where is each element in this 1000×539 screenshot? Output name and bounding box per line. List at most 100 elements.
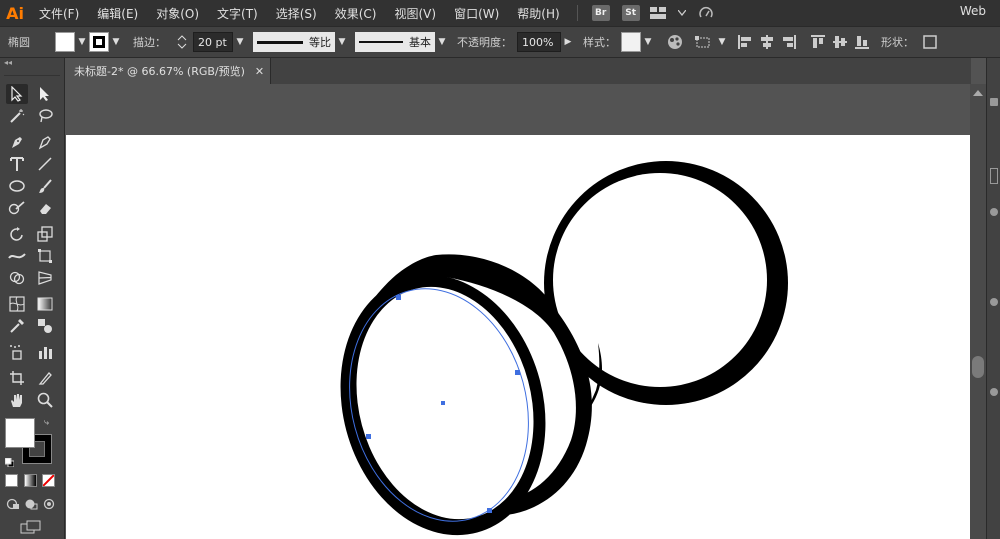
fill-dropdown-icon[interactable]: ▼ — [75, 32, 89, 52]
menu-divider — [576, 5, 578, 21]
menu-file[interactable]: 文件(F) — [30, 5, 88, 22]
paintbrush-tool-icon[interactable] — [34, 176, 56, 196]
gradient-mode-button[interactable] — [24, 474, 37, 487]
align-right-icon[interactable] — [779, 32, 799, 52]
symbol-sprayer-tool-icon[interactable] — [6, 342, 28, 362]
draw-behind-icon[interactable] — [24, 498, 38, 510]
document-tab[interactable]: 未标题-2* @ 66.67% (RGB/预览) ✕ — [66, 58, 271, 84]
stroke-dropdown-icon[interactable]: ▼ — [109, 32, 123, 52]
shape-label: 形状： — [881, 36, 914, 49]
gradient-tool-icon[interactable] — [34, 294, 56, 314]
eyedropper-tool-icon[interactable] — [6, 316, 28, 336]
opacity-arrow-icon[interactable]: ▶ — [561, 32, 575, 52]
panel-divider — [4, 75, 60, 76]
scroll-up-icon[interactable] — [973, 90, 983, 96]
anchor-point-bottom[interactable] — [487, 508, 492, 513]
artboard[interactable] — [66, 135, 970, 539]
rotate-tool-icon[interactable] — [6, 224, 28, 244]
line-segment-tool-icon[interactable] — [34, 154, 56, 174]
lasso-tool-icon[interactable] — [34, 106, 56, 126]
mesh-tool-icon[interactable] — [6, 294, 28, 314]
artwork[interactable] — [66, 135, 970, 539]
anchor-point-left[interactable] — [366, 434, 371, 439]
align-to-dropdown-icon[interactable]: ▼ — [715, 32, 729, 52]
draw-normal-icon[interactable] — [6, 498, 20, 510]
panel-icon[interactable] — [990, 388, 998, 396]
none-mode-button[interactable] — [42, 474, 55, 487]
perspective-grid-tool-icon[interactable] — [34, 268, 56, 288]
align-bottom-icon[interactable] — [852, 32, 872, 52]
align-to-icon[interactable] — [694, 32, 714, 52]
menu-select[interactable]: 选择(S) — [267, 5, 326, 22]
curvature-tool-icon[interactable] — [34, 132, 56, 152]
anchor-point-top[interactable] — [396, 295, 401, 300]
panel-icon[interactable] — [990, 168, 998, 184]
recolor-artwork-icon[interactable] — [665, 32, 685, 52]
shaper-tool-icon[interactable] — [6, 198, 28, 218]
zoom-tool-icon[interactable] — [34, 390, 56, 410]
ellipse-tool-icon[interactable] — [6, 176, 28, 196]
blend-tool-icon[interactable] — [34, 316, 56, 336]
tools-panel: ◂◂ ⤷ — [0, 58, 65, 539]
width-tool-icon[interactable] — [6, 246, 28, 266]
right-panel-dock — [986, 58, 1000, 539]
menu-object[interactable]: 对象(O) — [147, 5, 208, 22]
brush-definition[interactable]: 基本 — [355, 32, 435, 52]
brush-dropdown-icon[interactable]: ▼ — [435, 32, 449, 52]
stroke-swatch[interactable] — [89, 32, 109, 52]
menu-effect[interactable]: 效果(C) — [326, 5, 386, 22]
slice-tool-icon[interactable] — [34, 368, 56, 388]
profile-dropdown-icon[interactable]: ▼ — [335, 32, 349, 52]
fill-color-box[interactable] — [5, 418, 35, 448]
bridge-button[interactable]: Br — [591, 5, 610, 21]
panel-icon[interactable] — [990, 298, 998, 306]
chevron-down-icon[interactable] — [672, 5, 692, 21]
menu-help[interactable]: 帮助(H) — [508, 5, 568, 22]
vertical-scrollbar[interactable] — [970, 84, 986, 539]
panel-icon[interactable] — [990, 208, 998, 216]
menu-edit[interactable]: 编辑(E) — [88, 5, 147, 22]
stock-button[interactable]: St — [621, 5, 640, 21]
stroke-weight-input[interactable]: 20 pt — [193, 32, 233, 52]
graphic-style-swatch[interactable] — [621, 32, 641, 52]
fill-swatch[interactable] — [55, 32, 75, 52]
hand-tool-icon[interactable] — [6, 390, 28, 410]
draw-inside-icon[interactable] — [42, 498, 56, 510]
opacity-input[interactable]: 100% — [517, 32, 561, 52]
swap-fill-stroke-icon[interactable]: ⤷ — [44, 418, 54, 428]
type-tool-icon[interactable] — [6, 154, 28, 174]
magic-wand-tool-icon[interactable] — [6, 106, 28, 126]
direct-selection-tool-icon[interactable] — [34, 84, 56, 104]
menu-type[interactable]: 文字(T) — [208, 5, 267, 22]
selection-tool-icon[interactable] — [6, 84, 28, 104]
column-graph-tool-icon[interactable] — [34, 342, 56, 362]
scrollbar-thumb[interactable] — [972, 356, 984, 378]
gpu-performance-icon[interactable] — [696, 5, 716, 21]
align-left-icon[interactable] — [735, 32, 755, 52]
panel-icon[interactable] — [990, 98, 998, 106]
center-point[interactable] — [441, 401, 445, 405]
menu-view[interactable]: 视图(V) — [385, 5, 445, 22]
align-vertical-center-icon[interactable] — [830, 32, 850, 52]
shape-builder-tool-icon[interactable] — [6, 268, 28, 288]
align-horizontal-center-icon[interactable] — [757, 32, 777, 52]
arrange-documents-icon[interactable] — [648, 5, 668, 21]
pen-tool-icon[interactable] — [6, 132, 28, 152]
stroke-weight-dropdown-icon[interactable]: ▼ — [233, 32, 247, 52]
scale-tool-icon[interactable] — [34, 224, 56, 244]
workspace-switcher[interactable]: Web — [960, 4, 986, 18]
variable-width-profile[interactable]: 等比 — [253, 32, 335, 52]
default-fill-stroke-icon[interactable] — [4, 456, 15, 468]
screen-mode-icon[interactable] — [20, 520, 42, 534]
artboard-tool-icon[interactable] — [6, 368, 28, 388]
style-dropdown-icon[interactable]: ▼ — [641, 32, 655, 52]
menu-window[interactable]: 窗口(W) — [445, 5, 508, 22]
eraser-tool-icon[interactable] — [34, 198, 56, 218]
align-top-icon[interactable] — [808, 32, 828, 52]
color-mode-button[interactable] — [5, 474, 18, 487]
anchor-point-right[interactable] — [515, 370, 520, 375]
shape-properties-icon[interactable] — [920, 32, 940, 52]
stroke-weight-stepper-icon[interactable] — [172, 32, 192, 52]
free-transform-tool-icon[interactable] — [34, 246, 56, 266]
close-icon[interactable]: ✕ — [255, 65, 264, 78]
